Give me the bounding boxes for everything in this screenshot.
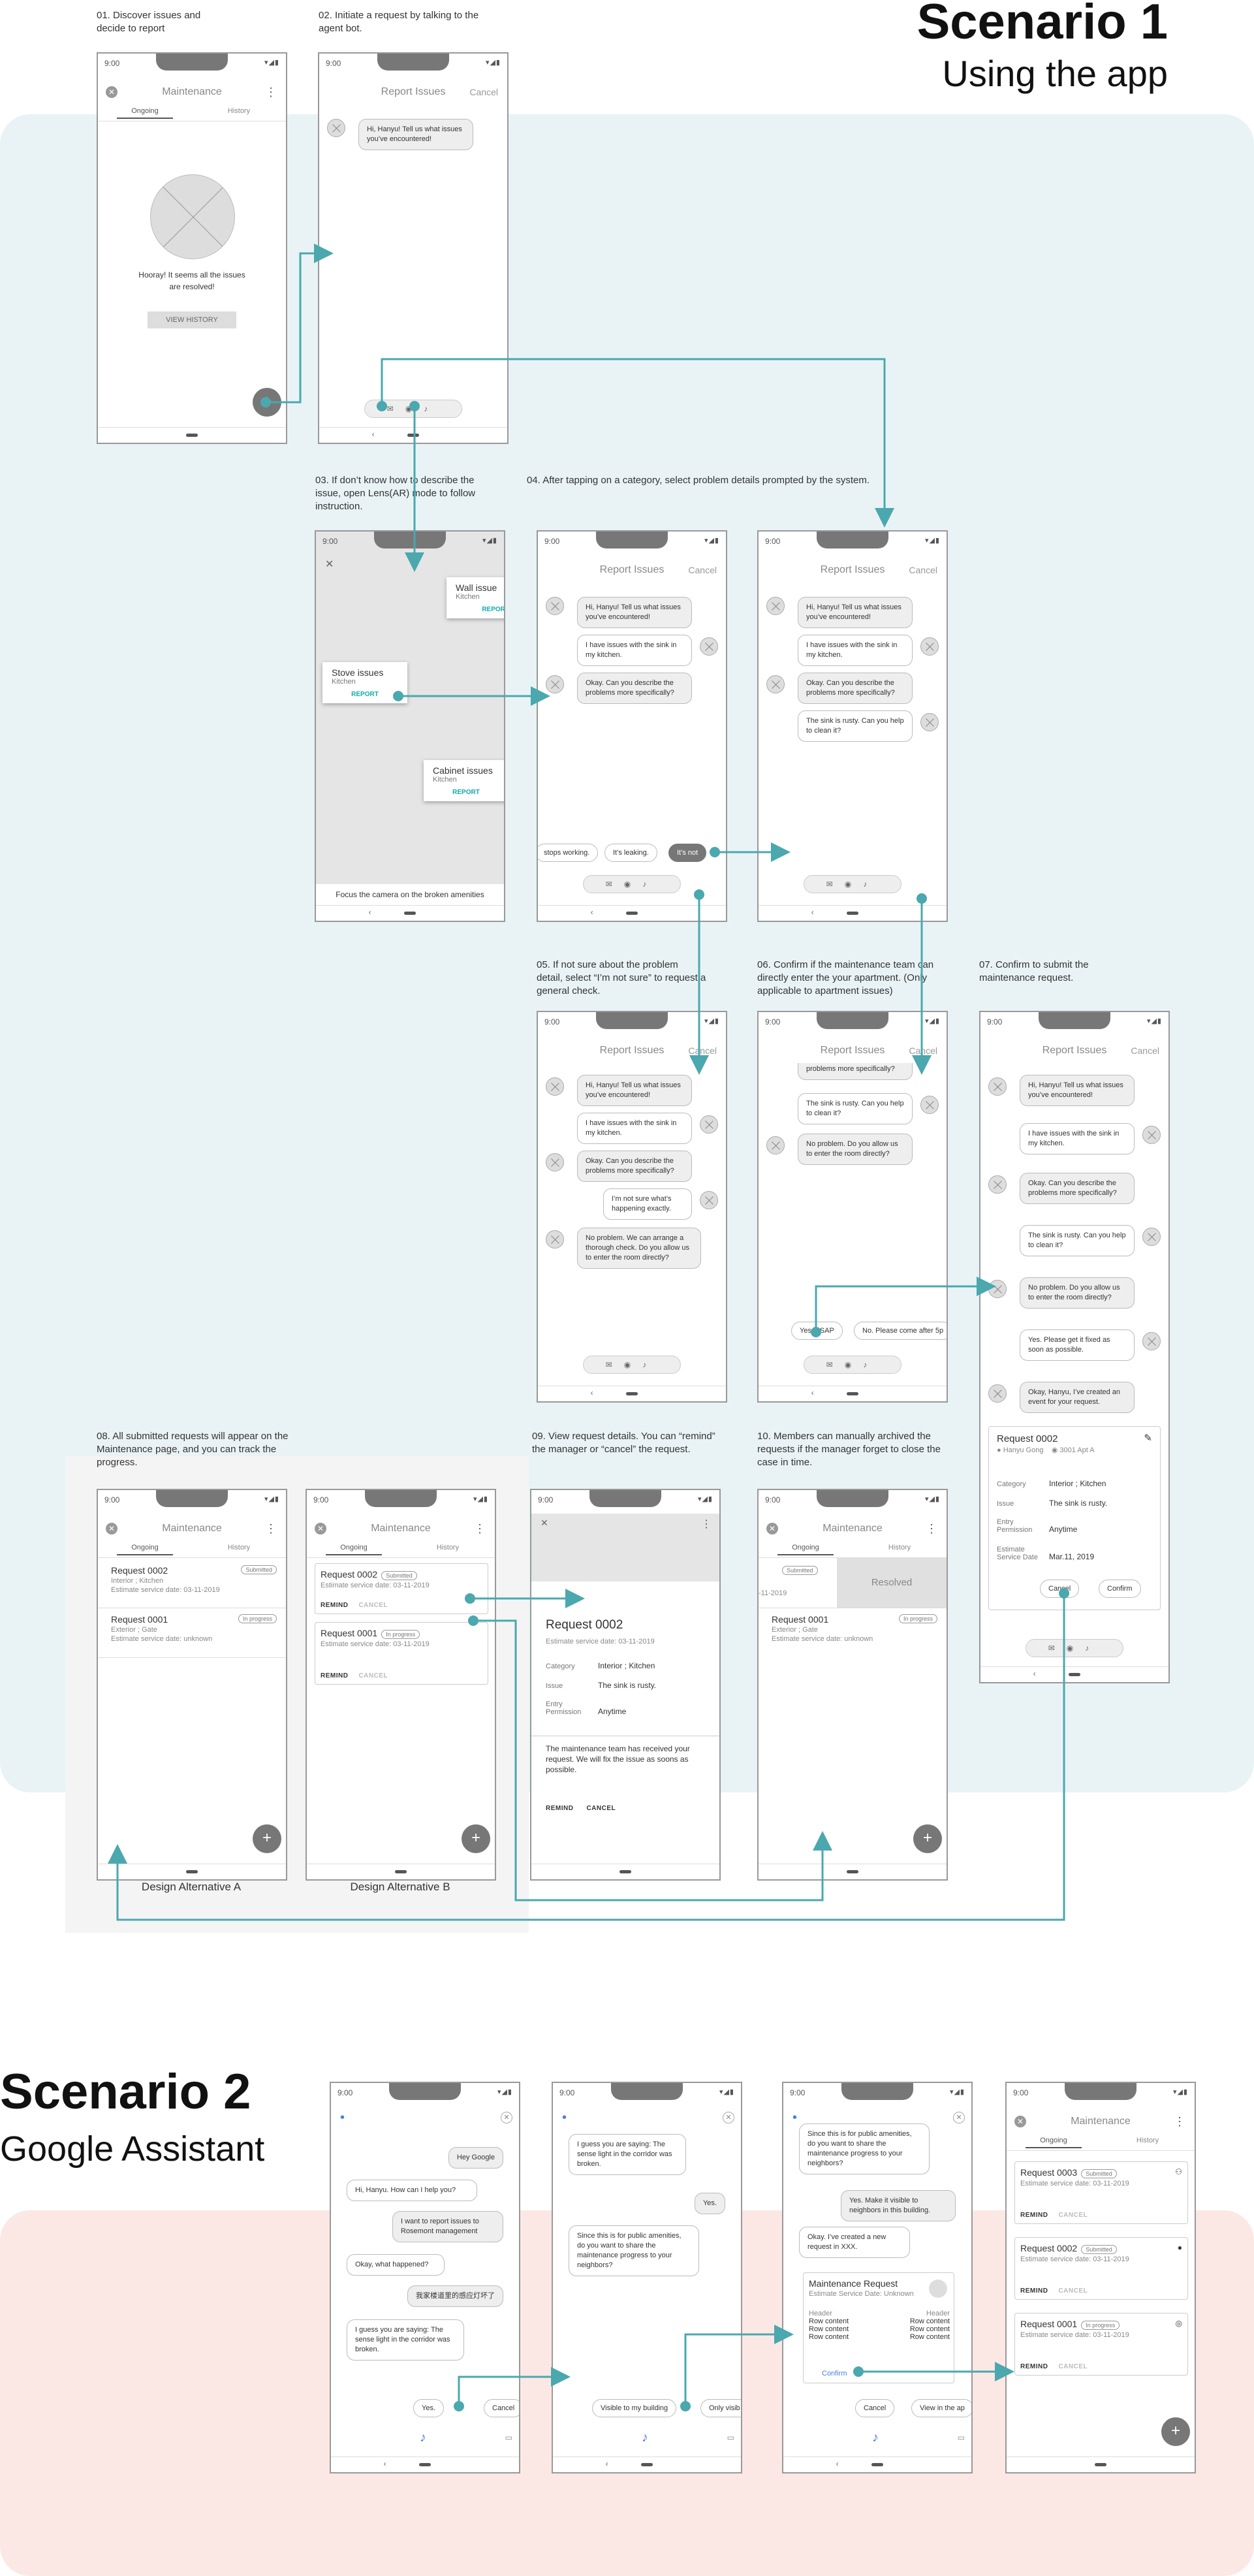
touch-point: [393, 691, 403, 701]
touch-point: [680, 2401, 691, 2411]
arrow-08b-10: [473, 1619, 832, 1901]
arrow-02-04b: [381, 358, 894, 528]
touch-point: [377, 401, 387, 411]
arrow-ga2-ga3: [684, 2325, 794, 2406]
arrow-06-07: [815, 1277, 996, 1332]
touch-point: [454, 2401, 464, 2411]
touch-point: [260, 397, 271, 407]
touch-point: [694, 889, 704, 900]
arrow-01-02: [266, 244, 334, 404]
arrow-ga1-ga2: [458, 2367, 571, 2406]
touch-point: [409, 401, 420, 411]
arrow-07-08a: [108, 1593, 1065, 1921]
touch-point: [468, 1615, 478, 1626]
touch-point: [917, 893, 927, 904]
touch-point: [853, 2366, 864, 2377]
touch-point: [1059, 1588, 1069, 1598]
touch-point: [465, 1593, 475, 1604]
touch-point: [811, 1327, 821, 1337]
flow-arrows: [108, 244, 1069, 2411]
touch-point: [710, 847, 720, 857]
